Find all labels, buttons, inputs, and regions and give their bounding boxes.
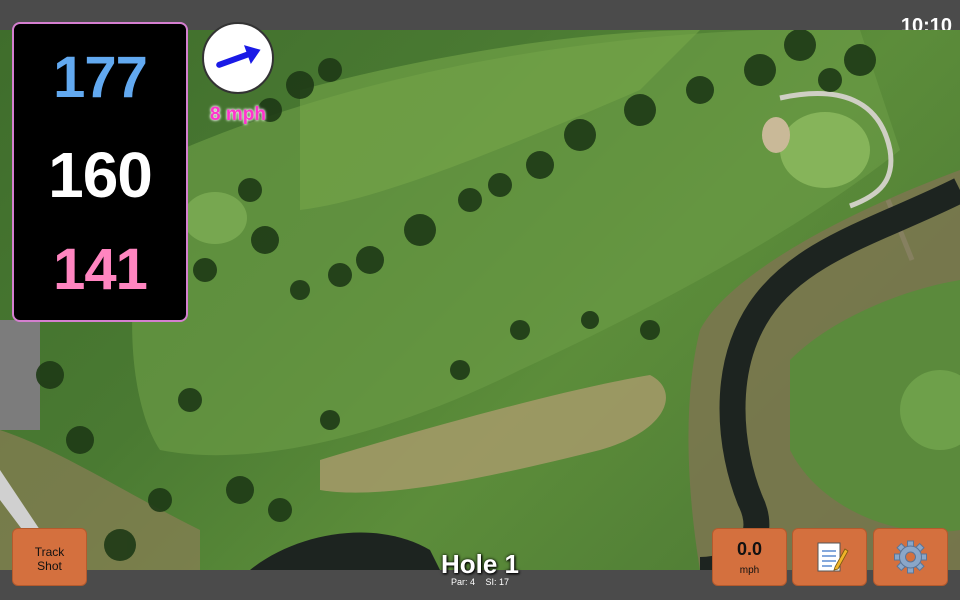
distance-panel: 177 160 141 (12, 22, 188, 322)
speed-value: 0.0 (736, 539, 763, 559)
front-distance: 141 (53, 237, 148, 302)
wind-speed: 8 mph (210, 104, 266, 125)
gear-icon (894, 540, 927, 574)
wind-indicator (202, 22, 274, 94)
hole-info: Par: 4 SI: 17 (380, 577, 580, 587)
speed-button[interactable]: 0.0 mph (712, 528, 787, 586)
notepad-icon (817, 542, 849, 572)
back-distance: 177 (53, 45, 148, 110)
track-shot-button[interactable]: Track Shot (12, 528, 87, 586)
notes-button[interactable] (792, 528, 867, 586)
hole-title: Hole 1 (440, 549, 520, 579)
track-shot-label-line1: Track (34, 545, 65, 559)
hole-stroke-index: SI: 17 (485, 577, 510, 587)
settings-button[interactable] (873, 528, 948, 586)
middle-distance: 160 (48, 139, 153, 211)
track-shot-label-line2: Shot (37, 559, 62, 573)
speed-unit: mph (739, 565, 760, 576)
hole-par: Par: 4 (450, 577, 475, 587)
arrow-icon (216, 45, 261, 68)
